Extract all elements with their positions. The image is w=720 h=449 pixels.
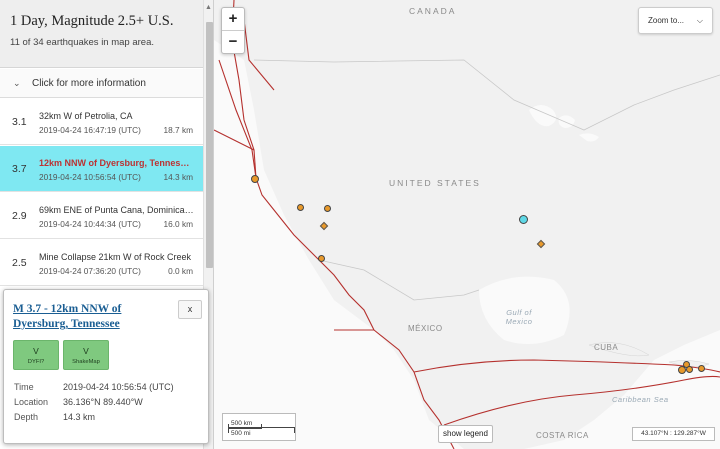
earthquake-count: 11 of 34 earthquakes in map area. — [10, 37, 155, 48]
more-info-label: Click for more information — [32, 78, 146, 89]
zoom-out-button[interactable]: − — [222, 30, 244, 52]
label-caribbean-sea: Caribbean Sea — [612, 395, 669, 404]
chevron-down-icon: ⌵ — [696, 16, 703, 25]
label-cuba: CUBA — [594, 343, 619, 352]
quake-place: 69km ENE of Punta Cana, Dominican Republ… — [39, 205, 194, 215]
panel-header: 1 Day, Magnitude 2.5+ U.S. 11 of 34 eart… — [0, 0, 203, 68]
quake-depth: 0.0 km — [168, 266, 193, 276]
panel-title: 1 Day, Magnitude 2.5+ U.S. — [10, 13, 174, 29]
depth-value: 14.3 km — [63, 412, 96, 422]
list-item[interactable]: 2.5 Mine Collapse 21km W of Rock Creek 2… — [0, 240, 203, 286]
scale-mi-label: 500 mi — [231, 430, 251, 437]
list-item[interactable]: 2.9 69km ENE of Punta Cana, Dominican Re… — [0, 193, 203, 239]
depth-label: Depth — [14, 412, 39, 422]
quake-time: 2019-04-24 07:36:20 (UTC) — [39, 266, 141, 276]
earthquake-marker[interactable] — [698, 365, 705, 372]
scale-km-label: 500 km — [231, 420, 253, 427]
zoom-in-button[interactable]: + — [222, 8, 244, 30]
quake-time: 2019-04-24 10:44:34 (UTC) — [39, 219, 141, 229]
quake-depth: 16.0 km — [163, 219, 193, 229]
popup-title-link[interactable]: M 3.7 - 12km NNW of Dyersburg, Tennessee — [13, 302, 173, 332]
coordinate-readout: 43.107°N : 129.287°W — [632, 427, 715, 441]
quake-time: 2019-04-24 16:47:19 (UTC) — [39, 125, 141, 135]
list-item[interactable]: 3.1 32km W of Petrolia, CA 2019-04-24 16… — [0, 99, 203, 145]
earthquake-marker[interactable] — [686, 366, 693, 373]
quake-magnitude: 3.7 — [12, 163, 27, 175]
shakemap-level: V — [83, 346, 89, 356]
quake-magnitude: 2.5 — [12, 257, 27, 269]
quake-magnitude: 2.9 — [12, 210, 27, 222]
chevron-down-icon: ⌄ — [13, 78, 21, 88]
quake-place: 32km W of Petrolia, CA — [39, 111, 133, 121]
zoom-to-label: Zoom to... — [648, 16, 685, 25]
popup-location-row: Location 36.136°N 89.440°W — [14, 397, 143, 407]
scrollbar-thumb[interactable] — [206, 22, 213, 268]
scroll-up-arrow-icon[interactable]: ▲ — [205, 4, 212, 11]
scale-bar: 500 km 500 mi — [222, 413, 296, 441]
earthquake-popup: M 3.7 - 12km NNW of Dyersburg, Tennessee… — [3, 289, 209, 444]
quake-magnitude: 3.1 — [12, 116, 27, 128]
label-united-states: UNITED STATES — [389, 178, 481, 188]
popup-time-row: Time 2019-04-24 10:56:54 (UTC) — [14, 382, 174, 392]
time-label: Time — [14, 382, 34, 392]
quake-place: 12km NNW of Dyersburg, Tennessee — [39, 158, 194, 168]
zoom-to-select[interactable]: Zoom to... ⌵ — [638, 7, 713, 34]
quake-depth: 14.3 km — [163, 172, 193, 182]
more-info-toggle[interactable]: ⌄ Click for more information — [0, 69, 203, 98]
shakemap-button[interactable]: V ShakeMap — [63, 340, 109, 370]
basemap — [214, 0, 720, 449]
earthquake-marker[interactable] — [324, 205, 331, 212]
quake-place: Mine Collapse 21km W of Rock Creek — [39, 252, 192, 262]
earthquake-marker[interactable] — [297, 204, 304, 211]
label-costa-rica: COSTA RICA — [536, 431, 589, 440]
earthquake-marker[interactable] — [251, 175, 259, 183]
quake-time: 2019-04-24 10:56:54 (UTC) — [39, 172, 141, 182]
earthquake-marker[interactable] — [318, 255, 325, 262]
label-mexico: MÉXICO — [408, 324, 443, 333]
dyfi-level: V — [33, 346, 39, 356]
dyfi-label: DYFI? — [27, 359, 45, 365]
label-canada: CANADA — [409, 6, 457, 16]
earthquake-marker-selected[interactable] — [519, 215, 528, 224]
time-value: 2019-04-24 10:56:54 (UTC) — [63, 382, 174, 392]
show-legend-button[interactable]: show legend — [438, 425, 493, 443]
label-gulf-of-mexico: Gulf of Mexico — [505, 308, 533, 326]
location-label: Location — [14, 397, 49, 407]
map-view[interactable]: CANADA UNITED STATES MÉXICO CUBA Gulf of… — [214, 0, 720, 449]
list-item-selected[interactable]: 3.7 12km NNW of Dyersburg, Tennessee 201… — [0, 146, 203, 192]
shakemap-label: ShakeMap — [72, 359, 100, 365]
popup-depth-row: Depth 14.3 km — [14, 412, 95, 422]
dyfi-button[interactable]: V DYFI? — [13, 340, 59, 370]
quake-depth: 18.7 km — [163, 125, 193, 135]
location-value: 36.136°N 89.440°W — [63, 397, 143, 407]
close-button[interactable]: x — [178, 300, 202, 319]
zoom-control: + − — [221, 7, 245, 54]
